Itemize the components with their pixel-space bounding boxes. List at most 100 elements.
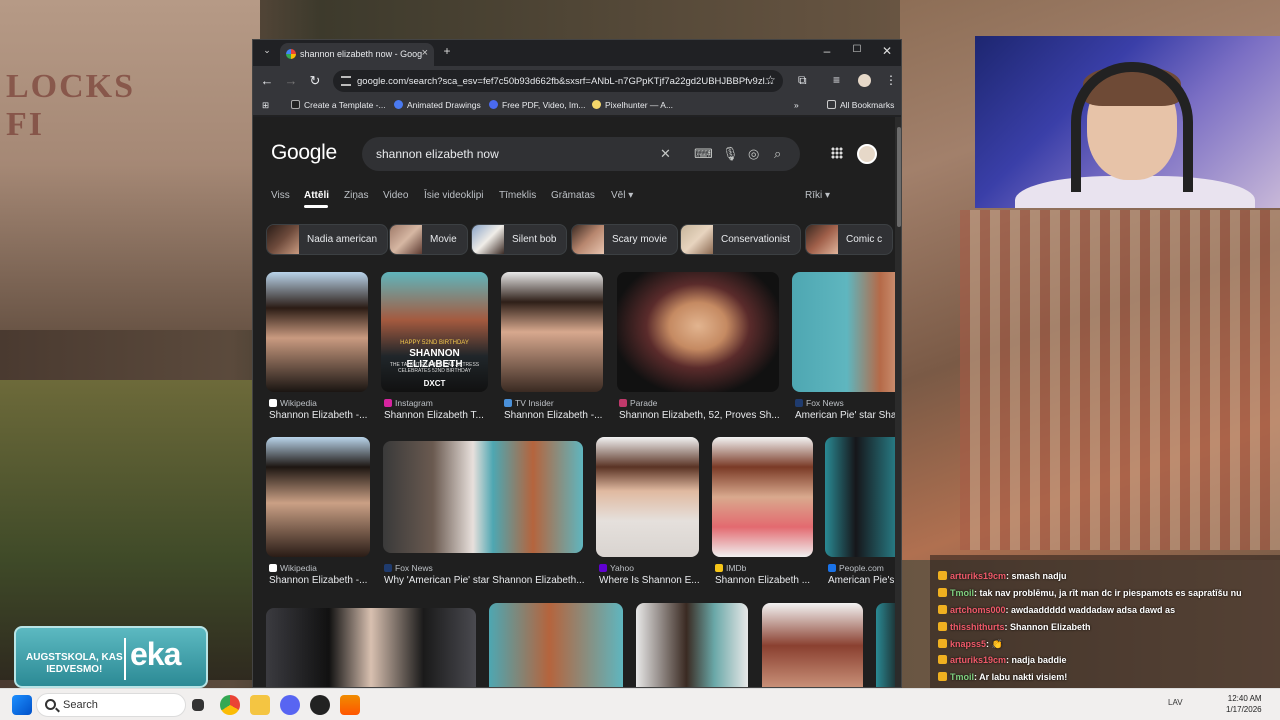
- tab-all[interactable]: Viss: [271, 190, 290, 201]
- vlc-icon[interactable]: [340, 695, 360, 715]
- tab-web[interactable]: Tīmeklis: [499, 190, 536, 201]
- mic-icon[interactable]: 🎙: [722, 146, 739, 162]
- image-caption[interactable]: Shannon Elizabeth, 52, Proves Sh...: [619, 410, 779, 421]
- maximize-button[interactable]: ☐: [845, 44, 869, 55]
- google-logo[interactable]: Google: [271, 141, 337, 165]
- image-source[interactable]: Parade: [619, 398, 657, 408]
- image-caption[interactable]: American Pie's: [828, 575, 895, 586]
- image-result[interactable]: [617, 272, 779, 392]
- image-result[interactable]: [266, 272, 368, 392]
- tools-button[interactable]: Rīki ▾: [805, 190, 830, 201]
- image-result[interactable]: [266, 608, 476, 687]
- image-source[interactable]: TV Insider: [504, 398, 554, 408]
- image-caption[interactable]: American Pie' star Shan: [795, 410, 895, 421]
- reading-list-icon[interactable]: ≡: [833, 73, 840, 87]
- image-source[interactable]: Fox News: [384, 563, 433, 573]
- back-icon[interactable]: ←: [258, 73, 276, 88]
- windows-start-icon[interactable]: [12, 695, 32, 715]
- filter-chip[interactable]: Movie: [389, 224, 468, 255]
- task-view-icon[interactable]: [192, 699, 204, 711]
- tab-short-videos[interactable]: Īsie videoklipi: [424, 190, 483, 201]
- tab-search-chevron-icon[interactable]: ⌄: [255, 45, 279, 56]
- minimize-button[interactable]: –: [815, 44, 839, 58]
- filter-chip[interactable]: Comic c: [805, 224, 894, 255]
- tab-images[interactable]: Attēli: [304, 190, 329, 201]
- image-source[interactable]: IMDb: [715, 563, 746, 573]
- bookmark-star-icon[interactable]: ☆: [765, 73, 776, 87]
- site-info-icon[interactable]: [341, 76, 351, 86]
- image-source[interactable]: Wikipedia: [269, 398, 317, 408]
- image-result[interactable]: [266, 437, 370, 557]
- taskbar-clock[interactable]: 12:40 AM 1/17/2026: [1226, 693, 1262, 715]
- filter-chip[interactable]: Conservationist: [680, 224, 801, 255]
- chat-username[interactable]: arturiks19cm: [950, 655, 1006, 665]
- image-caption[interactable]: Why 'American Pie' star Shannon Elizabet…: [384, 575, 584, 586]
- image-result[interactable]: [501, 272, 603, 392]
- search-input[interactable]: shannon elizabeth now ✕ ⌨ 🎙 ◎ ⌕: [362, 137, 800, 171]
- image-result[interactable]: [383, 441, 583, 553]
- image-result[interactable]: [876, 603, 895, 687]
- browser-tab[interactable]: shannon elizabeth now - Goog ×: [280, 43, 434, 66]
- filter-chip[interactable]: Silent bob: [471, 224, 568, 255]
- image-source[interactable]: Wikipedia: [269, 563, 317, 573]
- chat-username[interactable]: thisshithurts: [950, 622, 1005, 632]
- keyboard-icon[interactable]: ⌨: [694, 146, 713, 162]
- image-result[interactable]: [636, 603, 748, 687]
- image-caption[interactable]: Shannon Elizabeth -...: [269, 575, 369, 586]
- image-result[interactable]: HAPPY 52ND BIRTHDAY SHANNON ELIZABETH TH…: [381, 272, 488, 392]
- image-caption[interactable]: Shannon Elizabeth -...: [504, 410, 604, 421]
- image-caption[interactable]: Shannon Elizabeth -...: [269, 410, 369, 421]
- chat-username[interactable]: artchoms000: [950, 605, 1006, 615]
- discord-icon[interactable]: [280, 695, 300, 715]
- image-source[interactable]: Yahoo: [599, 563, 634, 573]
- file-explorer-icon[interactable]: [250, 695, 270, 715]
- lens-icon[interactable]: ◎: [748, 146, 759, 162]
- bookmark-item-1[interactable]: Create a Template -...: [291, 100, 386, 110]
- chat-username[interactable]: arturiks19cm: [950, 571, 1006, 581]
- language-indicator[interactable]: LAV: [1168, 698, 1183, 707]
- clear-icon[interactable]: ✕: [660, 146, 671, 162]
- tab-close-icon[interactable]: ×: [422, 47, 428, 59]
- image-source[interactable]: Instagram: [384, 398, 433, 408]
- image-source[interactable]: Fox News: [795, 398, 844, 408]
- bookmark-item-4[interactable]: Pixelhunter — A...: [592, 100, 673, 110]
- chat-username[interactable]: knapss5: [950, 639, 986, 649]
- profile-avatar[interactable]: [858, 74, 871, 87]
- forward-icon[interactable]: →: [282, 73, 300, 88]
- google-apps-icon[interactable]: [831, 147, 843, 159]
- reload-icon[interactable]: ↻: [306, 73, 324, 89]
- close-window-button[interactable]: ✕: [875, 44, 899, 58]
- chrome-window[interactable]: ⌄ shannon elizabeth now - Goog × + – ☐ ✕…: [252, 39, 902, 688]
- bookmarks-overflow-icon[interactable]: »: [794, 100, 799, 110]
- search-icon[interactable]: ⌕: [774, 146, 781, 162]
- chat-username[interactable]: Tmoil: [950, 672, 974, 682]
- image-result[interactable]: [596, 437, 699, 557]
- image-result[interactable]: [489, 603, 623, 687]
- image-source[interactable]: People.com: [828, 563, 884, 573]
- filter-chip[interactable]: Nadia american: [266, 224, 389, 255]
- bookmark-item-2[interactable]: Animated Drawings: [394, 100, 481, 110]
- tab-books[interactable]: Grāmatas: [551, 190, 595, 201]
- image-result[interactable]: [762, 603, 863, 687]
- scrollbar-thumb[interactable]: [897, 127, 901, 227]
- filter-chip[interactable]: Scary movie: [571, 224, 679, 255]
- obs-icon[interactable]: [310, 695, 330, 715]
- image-result[interactable]: [825, 437, 895, 557]
- apps-grid-icon[interactable]: ⊞: [262, 100, 269, 111]
- image-result[interactable]: [712, 437, 813, 557]
- bookmark-item-3[interactable]: Free PDF, Video, Im...: [489, 100, 585, 110]
- image-caption[interactable]: Shannon Elizabeth T...: [384, 410, 489, 421]
- taskbar-search[interactable]: Search: [36, 693, 186, 717]
- chat-username[interactable]: Tmoil: [950, 588, 974, 598]
- new-tab-button[interactable]: +: [435, 44, 459, 58]
- tab-more[interactable]: Vēl ▾: [611, 190, 633, 201]
- image-caption[interactable]: Shannon Elizabeth ...: [715, 575, 815, 586]
- page-scrollbar[interactable]: [895, 117, 901, 687]
- extensions-icon[interactable]: ⧉: [798, 73, 807, 88]
- image-caption[interactable]: Where Is Shannon E...: [599, 575, 699, 586]
- menu-kebab-icon[interactable]: ⋮: [885, 73, 897, 87]
- image-result[interactable]: [792, 272, 895, 392]
- address-bar[interactable]: google.com/search?sca_esv=fef7c50b93d662…: [333, 70, 783, 92]
- all-bookmarks-folder[interactable]: All Bookmarks: [827, 100, 894, 110]
- chrome-icon[interactable]: [220, 695, 240, 715]
